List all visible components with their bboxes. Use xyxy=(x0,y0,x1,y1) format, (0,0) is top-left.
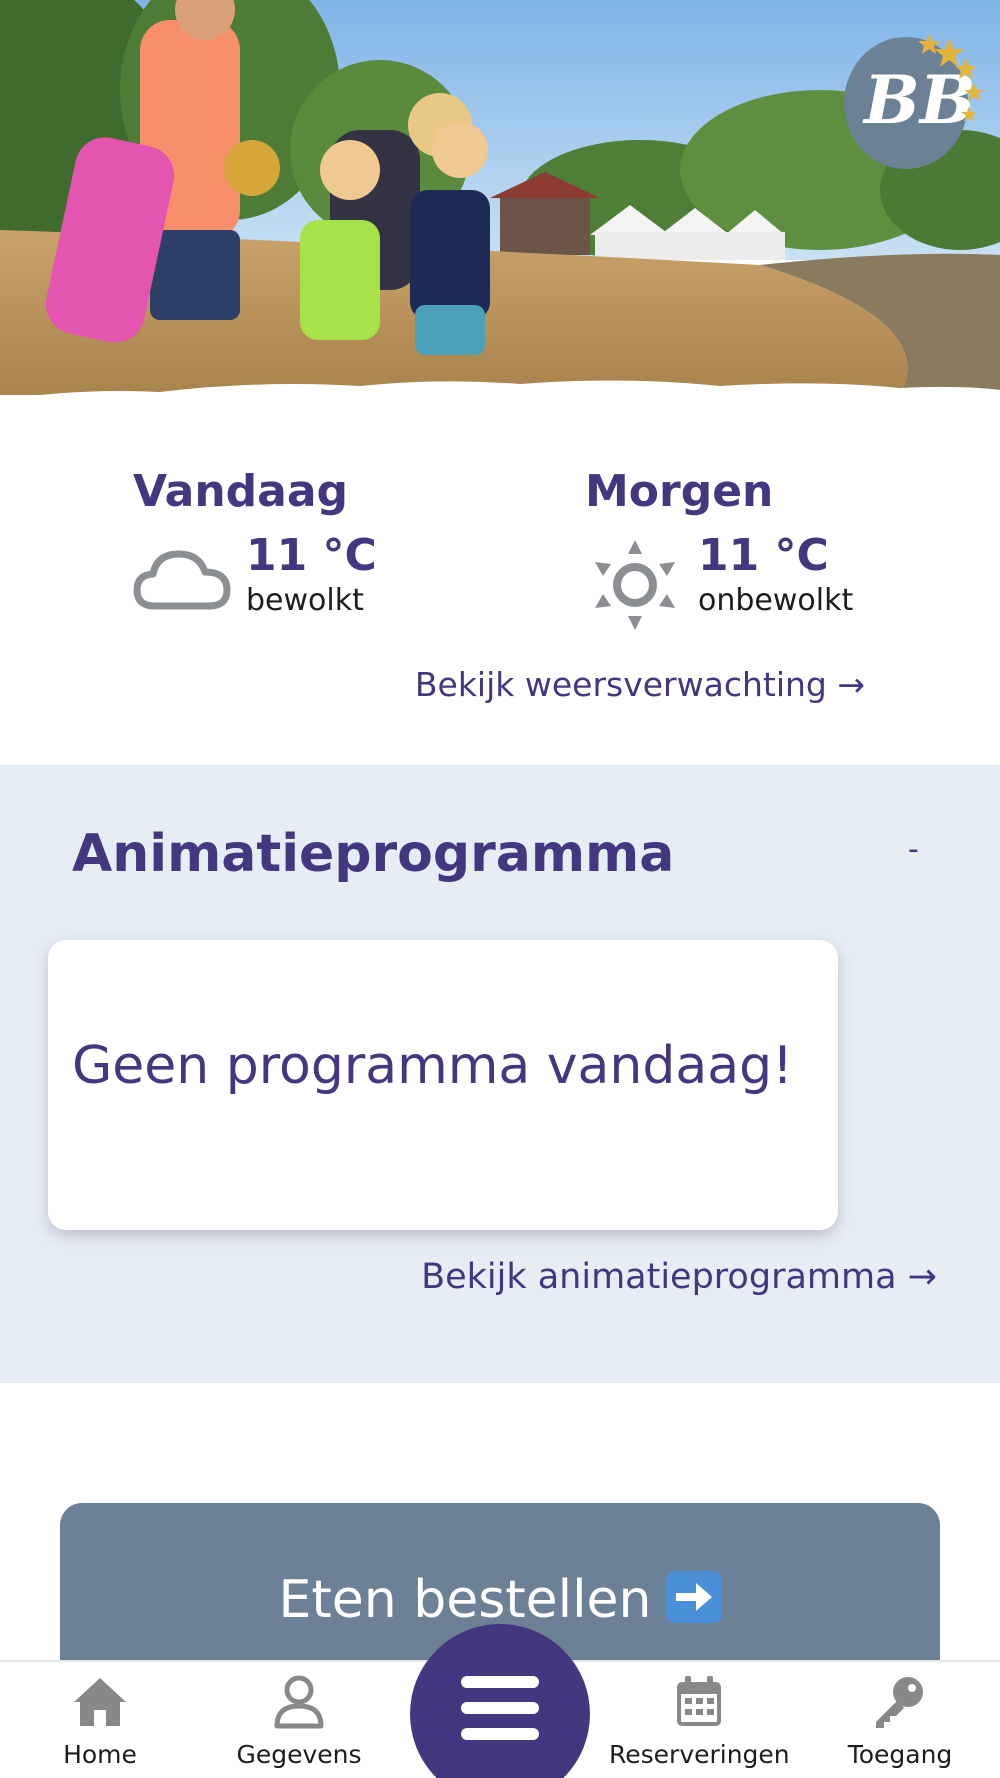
weather-day-label: Vandaag xyxy=(133,466,349,517)
weather-description: bewolkt xyxy=(246,583,364,618)
nav-item-gegevens[interactable]: Gegevens xyxy=(209,1662,389,1778)
sun-icon xyxy=(585,540,685,630)
nav-label: Toegang xyxy=(847,1740,953,1769)
home-icon xyxy=(70,1674,130,1730)
weather-description: onbewolkt xyxy=(698,583,854,618)
animation-program-link[interactable]: Bekijk animatieprogramma → xyxy=(421,1257,937,1297)
no-program-message: Geen programma vandaag! xyxy=(72,1036,793,1096)
user-icon xyxy=(269,1674,329,1730)
key-icon xyxy=(870,1674,930,1730)
weather-today: Vandaag 11 °C bewolkt xyxy=(133,470,473,624)
section-title: Animatieprogramma xyxy=(72,824,675,884)
cloud-icon xyxy=(133,540,233,620)
nav-item-reserveringen[interactable]: Reserveringen xyxy=(609,1662,790,1778)
right-arrow-icon xyxy=(665,1571,722,1623)
collapse-toggle[interactable]: - xyxy=(908,835,919,865)
nav-item-home[interactable]: Home xyxy=(10,1662,190,1778)
order-food-label: Eten bestellen xyxy=(278,1570,652,1630)
brand-logo: BB xyxy=(834,28,984,178)
weather-forecast-link[interactable]: Bekijk weersverwachting → xyxy=(415,665,865,704)
logo-text: BB xyxy=(862,61,976,139)
animation-section: Animatieprogramma - Geen programma vanda… xyxy=(0,765,1000,1383)
calendar-icon xyxy=(669,1674,729,1730)
weather-temperature: 11 °C xyxy=(246,530,377,581)
program-card: Geen programma vandaag! xyxy=(48,940,838,1230)
weather-temperature: 11 °C xyxy=(698,530,829,581)
weather-day-label: Morgen xyxy=(585,466,774,517)
nav-item-toegang[interactable]: Toegang xyxy=(810,1662,990,1778)
nav-label: Reserveringen xyxy=(609,1740,790,1769)
weather-section: Vandaag 11 °C bewolkt Morgen 11 °C onbew… xyxy=(0,410,1000,765)
weather-tomorrow: Morgen 11 °C onbewolkt xyxy=(585,466,925,630)
nav-label: Home xyxy=(63,1740,137,1769)
hero-image: BB xyxy=(0,0,1000,410)
nav-label: Gegevens xyxy=(236,1740,362,1769)
